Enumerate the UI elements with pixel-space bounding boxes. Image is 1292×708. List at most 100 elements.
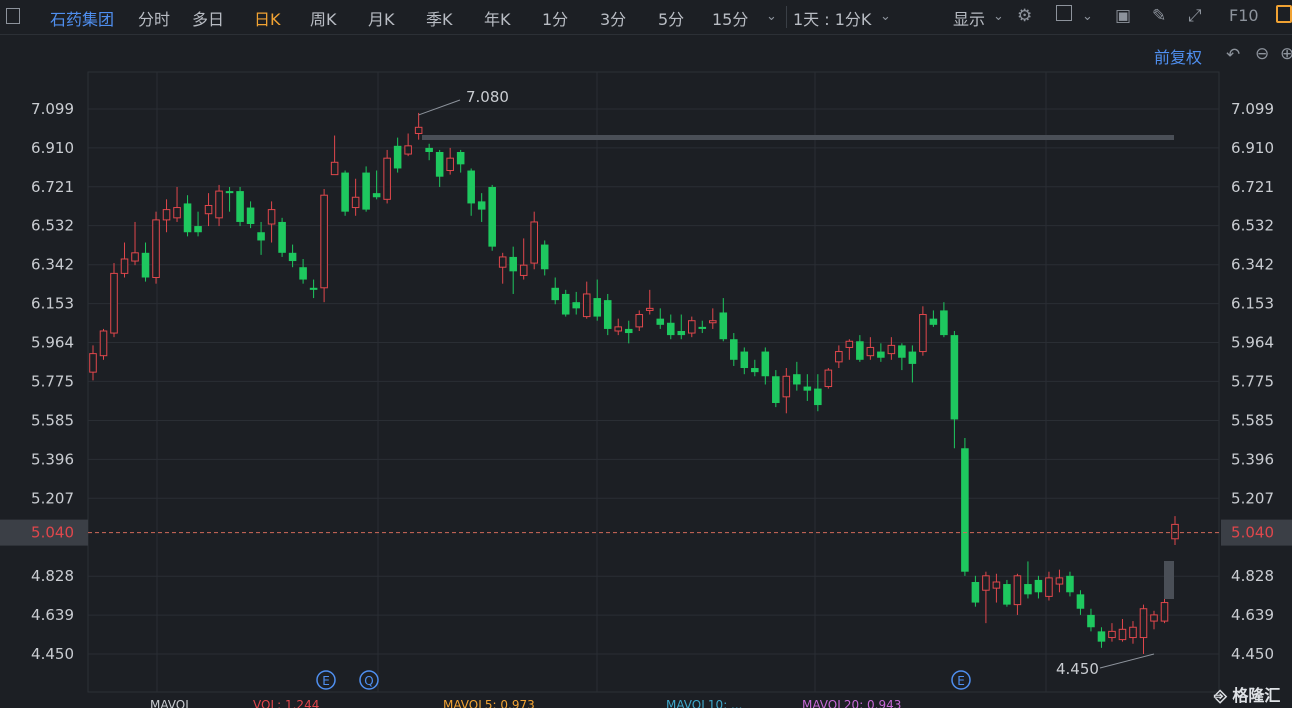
high-pointer	[418, 99, 461, 116]
candle-body-up	[614, 326, 623, 332]
candle-body-up	[709, 320, 717, 324]
candle-body-up	[215, 190, 223, 219]
y-tick-label-right: 6.153	[1231, 295, 1274, 313]
candle-body-up	[1055, 577, 1064, 585]
candle-body-up	[110, 272, 118, 334]
candle-body-down	[814, 388, 822, 406]
current-price-label-left: 5.040	[31, 524, 74, 542]
candle-body-down	[540, 244, 549, 270]
candle-body-down	[761, 351, 770, 377]
candle-body-down	[141, 252, 150, 278]
candle-body-up	[498, 256, 507, 268]
candle-body-down	[288, 252, 297, 262]
candle-body-up	[1129, 626, 1137, 639]
candle-body-down	[1097, 631, 1106, 642]
candle-body-up	[845, 340, 854, 348]
candle-body-down	[898, 345, 906, 358]
y-tick-label-right: 5.964	[1231, 334, 1274, 352]
candle-body-down	[362, 172, 370, 210]
candle-body-up	[267, 209, 276, 225]
mavol5-value: MAVOL5: 0.973	[443, 698, 535, 708]
candle-body-up	[330, 161, 339, 176]
candle-body-down	[236, 191, 244, 222]
resistance-bar	[422, 135, 1174, 140]
y-tick-label-right: 4.828	[1231, 567, 1274, 585]
candle-body-down	[551, 287, 559, 301]
candle-body-up	[162, 209, 171, 221]
candle-body-up	[835, 351, 843, 363]
event-marker-label: Q	[364, 674, 373, 688]
candle-body-down	[961, 448, 969, 572]
candle-body-up	[446, 157, 454, 172]
candle-body-up	[582, 293, 591, 318]
candle-body-up	[1108, 630, 1116, 639]
y-tick-label-right: 6.342	[1231, 256, 1274, 274]
current-price-label-right: 5.040	[1231, 524, 1274, 542]
event-marker-label: E	[957, 674, 965, 688]
mavol20-value: MAVOL20: 0.943	[802, 698, 902, 708]
y-tick-label-right: 4.639	[1231, 606, 1274, 624]
candle-body-down	[593, 298, 602, 317]
overlay: 5.040 5.040 7.080 4.450 E Q E	[0, 88, 1292, 690]
candle-body-down	[341, 172, 349, 212]
low-pointer	[1099, 653, 1155, 669]
candle-body-up	[414, 126, 423, 134]
candle-body-down	[225, 191, 234, 194]
vol-value: VOL: 1.244	[253, 698, 320, 708]
candle-body-down	[971, 581, 980, 603]
candle-body-up	[992, 581, 1001, 589]
candles	[89, 112, 1179, 654]
candle-body-down	[467, 170, 475, 204]
y-tick-label-right: 5.775	[1231, 372, 1274, 390]
candle-body-down	[624, 328, 633, 334]
candle-body-up	[89, 353, 97, 373]
candle-body-up	[131, 252, 139, 262]
y-tick-label-right: 6.721	[1231, 178, 1274, 196]
candle-body-down	[309, 287, 318, 290]
y-tick-label-left: 7.099	[31, 100, 74, 118]
gap-marker	[1164, 561, 1174, 599]
candle-body-up	[866, 346, 875, 357]
mavol-label[interactable]: MAVOL	[150, 698, 192, 708]
candle-body-up	[919, 314, 927, 353]
y-tick-label-left: 5.585	[31, 411, 74, 429]
high-label: 7.080	[466, 88, 509, 106]
mavol10-value: MAVOL10: ...	[666, 698, 743, 708]
candle-body-up	[635, 314, 644, 328]
event-marker-label: E	[322, 674, 330, 688]
y-tick-label-left: 6.910	[31, 139, 74, 157]
y-tick-label-left: 6.342	[31, 256, 74, 274]
y-tick-label-left: 4.450	[31, 645, 74, 663]
candle-body-down	[425, 147, 433, 152]
candle-body-down	[877, 351, 885, 358]
candle-body-up	[120, 258, 129, 274]
y-tick-label-left: 6.721	[31, 178, 74, 196]
candle-body-down	[1034, 579, 1043, 593]
candle-body-down	[908, 351, 917, 364]
candle-body-down	[509, 256, 517, 272]
candle-body-down	[803, 386, 812, 391]
candle-body-down	[435, 151, 444, 177]
candle-body-down	[393, 145, 402, 169]
candle-body-down	[183, 203, 192, 233]
candle-body-up	[99, 330, 108, 357]
candle-body-up	[519, 264, 528, 276]
low-label: 4.450	[1056, 660, 1099, 678]
candle-body-down	[477, 201, 486, 210]
y-tick-label-left: 4.828	[31, 567, 74, 585]
y-tick-label-left: 6.532	[31, 217, 74, 235]
candle-body-down	[372, 193, 381, 198]
candle-body-down	[1024, 584, 1032, 595]
candlestick-chart[interactable]: 7.099 7.099 6.910 6.910 6.721 6.721 6.532 6.532…	[0, 0, 1292, 708]
candle-body-up	[824, 369, 833, 388]
candle-body-up	[1045, 577, 1053, 597]
candle-body-down	[856, 341, 864, 360]
candle-body-down	[772, 376, 780, 403]
y-tick-label-right: 5.207	[1231, 489, 1274, 507]
candle-body-down	[299, 267, 307, 280]
y-tick-label-left: 5.207	[31, 489, 74, 507]
candle-body-down	[950, 335, 959, 420]
candle-body-down	[656, 318, 665, 325]
watermark-logo: ⎆ 格隆汇	[1214, 686, 1281, 705]
candle-body-down	[1066, 575, 1074, 593]
